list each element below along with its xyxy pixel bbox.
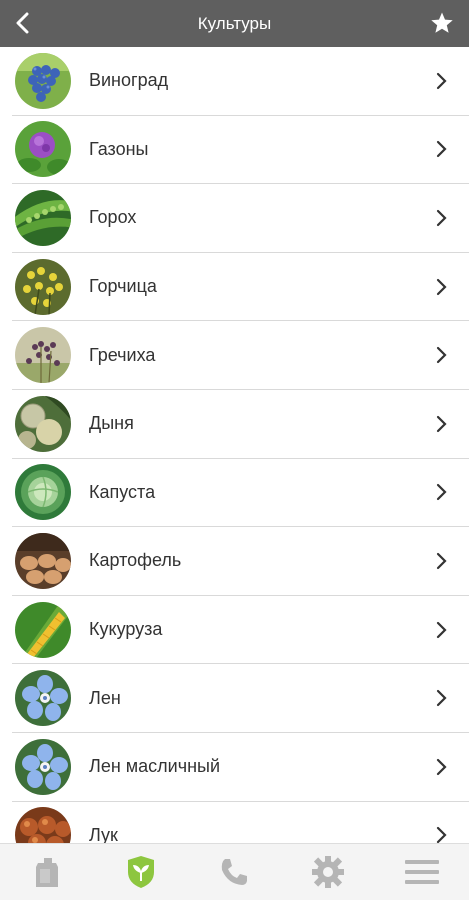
tab-menu[interactable] [392,847,452,897]
list-item-oil-flax[interactable]: Лен масличный [12,733,469,802]
list-item-label: Газоны [89,138,149,159]
back-button[interactable] [6,6,40,40]
chevron-right-icon [427,758,457,776]
tab-products[interactable] [17,847,77,897]
canister-icon [35,858,58,887]
list-item-label: Лен [89,687,121,708]
star-icon [431,12,453,33]
list-item-corn[interactable]: Кукуруза [12,596,469,665]
app-header: Культуры [0,0,469,47]
melon-photo [15,395,71,452]
potato-photo [15,532,71,589]
page-title: Культуры [197,13,272,33]
chevron-right-icon [427,140,457,158]
list-item-label: Горчица [89,276,157,297]
hamburger-menu-icon [405,860,440,884]
list-item-mustard[interactable]: Горчица [12,253,469,322]
favorites-button[interactable] [425,6,459,40]
pea-pod-photo [15,189,71,246]
list-item-label: Дыня [89,413,134,434]
chevron-right-icon [427,278,457,296]
mustard-flower-photo [15,258,71,315]
list-item-label: Капуста [89,481,156,502]
bottom-tab-bar [0,843,469,900]
flax-flower-photo [15,670,71,727]
list-item-potato[interactable]: Картофель [12,527,469,596]
list-item-buckwheat[interactable]: Гречиха [12,321,469,390]
grapes-photo [15,52,71,109]
chevron-right-icon [427,826,457,843]
onion-photo [15,807,71,843]
flax-flower-photo [15,738,71,795]
list-item-label: Гречиха [89,344,156,365]
chevron-right-icon [427,483,457,501]
list-item-label: Лук [89,824,118,843]
chevron-right-icon [427,209,457,227]
chevron-right-icon [427,415,457,433]
list-item-onion[interactable]: Лук [12,802,469,843]
buckwheat-photo [15,327,71,384]
gear-icon [312,856,345,888]
list-item-label: Кукуруза [89,619,163,640]
list-item-label: Картофель [89,550,182,571]
list-item-flax[interactable]: Лен [12,664,469,733]
chevron-right-icon [427,552,457,570]
list-item-cabbage[interactable]: Капуста [12,459,469,528]
corn-photo [15,601,71,658]
cabbage-photo [15,464,71,521]
list-item-label: Лен масличный [89,756,221,777]
phone-icon [222,859,248,885]
clover-photo [15,121,71,178]
list-item-grapes[interactable]: Виноград [12,47,469,116]
list-item-melon[interactable]: Дыня [12,390,469,459]
tab-contacts[interactable] [204,847,264,897]
list-item-label: Горох [89,207,137,228]
shield-leaf-icon [127,856,154,888]
chevron-right-icon [427,346,457,364]
chevron-right-icon [427,689,457,707]
crop-list: Виноград Газоны Горох Горчица Гречиха Ды… [0,47,469,843]
list-item-lawns[interactable]: Газоны [12,116,469,185]
tab-crops[interactable] [111,847,171,897]
chevron-right-icon [427,621,457,639]
tab-settings[interactable] [298,847,358,897]
chevron-right-icon [427,72,457,90]
chevron-left-icon [16,12,29,34]
list-item-label: Виноград [89,70,169,91]
list-item-peas[interactable]: Горох [12,184,469,253]
